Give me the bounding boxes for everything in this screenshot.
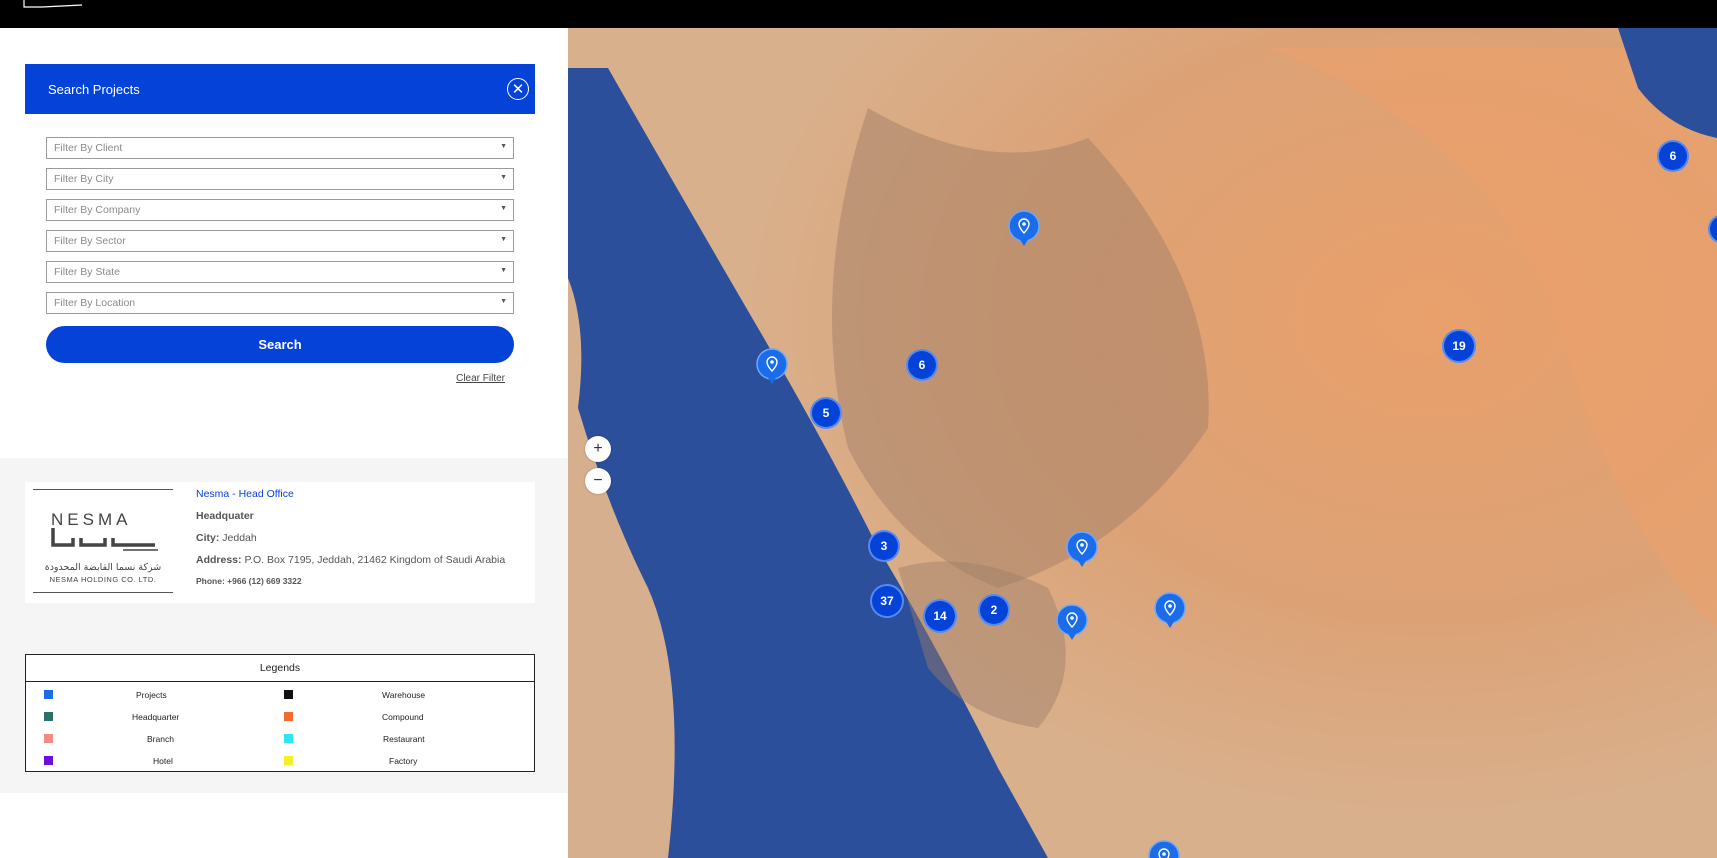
legend-label: Compound: [382, 712, 424, 722]
address-label: Address:: [196, 554, 242, 566]
office-address: P.O. Box 7195, Jeddah, 21462 Kingdom of …: [244, 554, 506, 566]
legends-title: Legends: [26, 655, 534, 682]
caret-down-icon: ▼: [500, 205, 507, 212]
filter-placeholder: Filter By Client: [54, 142, 123, 154]
caret-down-icon: ▼: [500, 236, 507, 243]
zoom-out-button[interactable]: −: [585, 468, 611, 494]
filter-placeholder: Filter By Sector: [54, 235, 126, 247]
office-type: Headquater: [196, 510, 254, 522]
filter-placeholder: Filter By State: [54, 266, 120, 278]
svg-text:شركة نسما القابضة المحدودة: شركة نسما القابضة المحدودة: [45, 562, 162, 573]
office-city: Jeddah: [222, 532, 257, 544]
legend-label: Restaurant: [383, 734, 425, 744]
legend-label: Factory: [389, 756, 418, 766]
search-panel: Search Projects ✕ Filter By Client ▼ Filt…: [25, 64, 535, 384]
legend-label: Branch: [147, 734, 174, 744]
legend-swatch-warehouse: [284, 690, 293, 699]
location-pin-icon[interactable]: [1148, 840, 1180, 858]
filter-list: Filter By Client ▼ Filter By City ▼ Filter…: [25, 114, 535, 314]
legend-label: Headquarter: [132, 712, 180, 722]
legend-label: Hotel: [153, 756, 173, 766]
legend-swatch-hotel: [44, 756, 53, 765]
location-pin-icon[interactable]: [756, 348, 788, 386]
office-info: Nesma - Head Office Headquater City: Jed…: [196, 488, 505, 596]
filter-location-select[interactable]: Filter By Location ▼: [46, 292, 514, 314]
legend-swatch-branch: [44, 734, 53, 743]
location-pin-icon[interactable]: [1154, 592, 1186, 630]
office-phone: Phone: +966 (12) 669 3322: [196, 576, 302, 586]
sidebar: Search Projects ✕ Filter By Client ▼ Filt…: [0, 28, 568, 858]
search-header: Search Projects ✕: [25, 64, 535, 114]
top-bar: [0, 0, 1717, 28]
city-label: City:: [196, 532, 220, 544]
cluster-marker[interactable]: 5: [810, 397, 842, 429]
legend-swatch-projects: [44, 690, 53, 699]
nesma-logo: NESMA شركة نسما القابضة المحدودة NESMA H…: [33, 489, 173, 593]
caret-down-icon: ▼: [500, 298, 507, 305]
site-logo[interactable]: [22, 0, 84, 10]
cluster-marker[interactable]: 3: [868, 530, 900, 562]
filter-placeholder: Filter By Company: [54, 204, 141, 216]
legend-swatch-headquarter: [44, 712, 53, 721]
cluster-marker[interactable]: 14: [923, 599, 957, 633]
filter-state-select[interactable]: Filter By State ▼: [46, 261, 514, 283]
legend-swatch-compound: [284, 712, 293, 721]
satellite-map[interactable]: + − 6 19 6 5 3 37 14 2: [568, 28, 1717, 858]
location-pin-icon[interactable]: [1056, 604, 1088, 642]
cluster-marker[interactable]: 2: [978, 594, 1010, 626]
zoom-in-button[interactable]: +: [585, 436, 611, 462]
search-button[interactable]: Search: [46, 326, 514, 363]
filter-placeholder: Filter By Location: [54, 297, 136, 309]
legend-swatch-restaurant: [284, 734, 293, 743]
legend-swatch-factory: [284, 756, 293, 765]
location-pin-icon[interactable]: [1066, 531, 1098, 569]
svg-text:NESMA: NESMA: [51, 510, 131, 529]
cluster-marker[interactable]: 6: [1657, 140, 1689, 172]
office-card: NESMA شركة نسما القابضة المحدودة NESMA H…: [25, 482, 535, 603]
filter-placeholder: Filter By City: [54, 173, 114, 185]
info-section: NESMA شركة نسما القابضة المحدودة NESMA H…: [0, 458, 568, 793]
filter-sector-select[interactable]: Filter By Sector ▼: [46, 230, 514, 252]
legend-label: Projects: [136, 690, 167, 700]
office-name-link[interactable]: Nesma - Head Office: [196, 488, 505, 500]
cluster-marker[interactable]: 6: [906, 349, 938, 381]
cluster-marker[interactable]: 37: [870, 584, 904, 618]
search-title: Search Projects: [48, 81, 140, 97]
filter-company-select[interactable]: Filter By Company ▼: [46, 199, 514, 221]
clear-filter-link[interactable]: Clear Filter: [25, 373, 505, 384]
caret-down-icon: ▼: [500, 143, 507, 150]
location-pin-icon[interactable]: [1008, 210, 1040, 248]
close-icon[interactable]: ✕: [507, 78, 529, 100]
cluster-marker[interactable]: 19: [1442, 329, 1476, 363]
caret-down-icon: ▼: [500, 174, 507, 181]
filter-client-select[interactable]: Filter By Client ▼: [46, 137, 514, 159]
filter-city-select[interactable]: Filter By City ▼: [46, 168, 514, 190]
legend-label: Warehouse: [382, 690, 426, 700]
caret-down-icon: ▼: [500, 267, 507, 274]
legends-box: Legends Projects Warehouse Headquarter C…: [25, 654, 535, 772]
svg-text:NESMA HOLDING CO. LTD.: NESMA HOLDING CO. LTD.: [50, 575, 157, 584]
map-terrain: [568, 28, 1717, 858]
